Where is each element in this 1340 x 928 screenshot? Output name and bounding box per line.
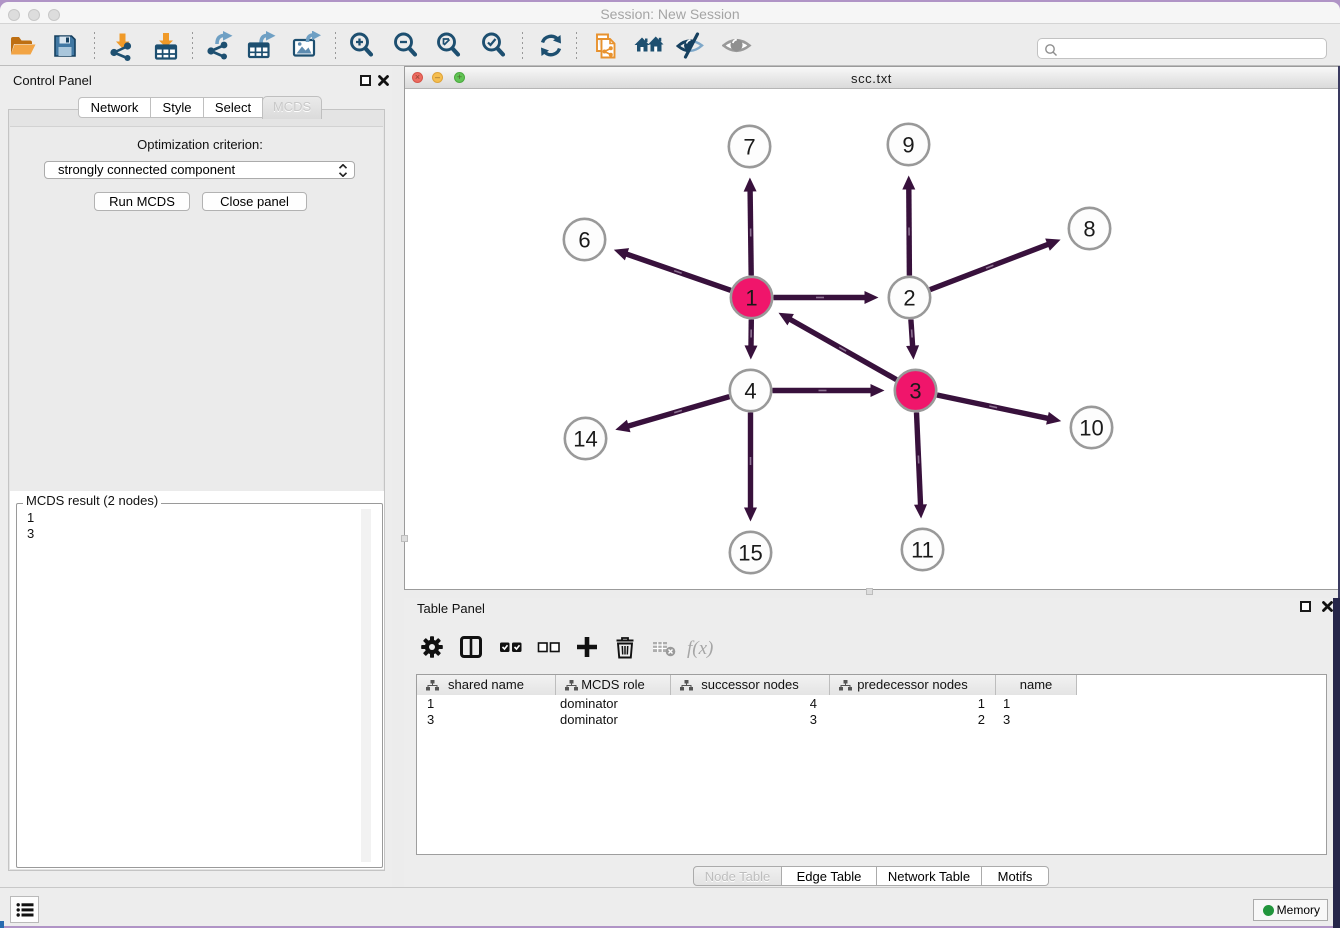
svg-text:3: 3 — [909, 379, 921, 404]
svg-text:10: 10 — [1079, 416, 1103, 441]
svg-text:1: 1 — [745, 286, 757, 311]
svg-text:11: 11 — [911, 538, 934, 563]
svg-text:2: 2 — [903, 286, 915, 311]
svg-text:15: 15 — [738, 541, 762, 566]
svg-text:8: 8 — [1083, 217, 1095, 242]
svg-text:4: 4 — [744, 379, 756, 404]
svg-text:6: 6 — [578, 228, 590, 253]
svg-text:14: 14 — [573, 427, 597, 452]
svg-text:9: 9 — [902, 133, 914, 158]
svg-text:7: 7 — [743, 135, 755, 160]
